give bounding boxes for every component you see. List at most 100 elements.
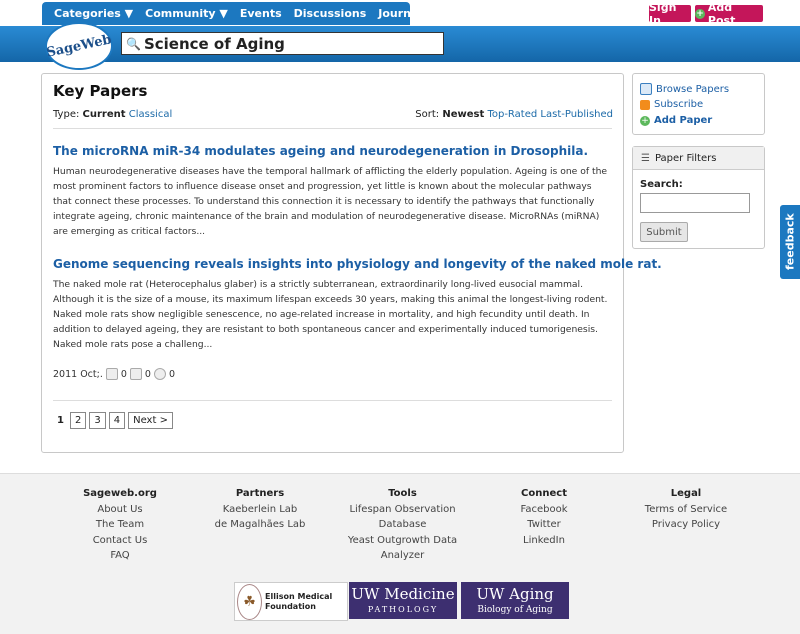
logo3-text-a: UW Aging	[476, 585, 554, 603]
nav-journal-club[interactable]: Journal Club	[372, 7, 459, 20]
sort-newest: Newest	[442, 109, 485, 120]
footer-col-legal: Legal Terms of Service Privacy Policy	[636, 486, 736, 533]
page-2-link[interactable]: 2	[69, 412, 87, 429]
sort-top-rated-link[interactable]: Top-Rated	[487, 109, 537, 120]
add-icon: +	[640, 115, 650, 126]
ellison-foundation-logo[interactable]: ☘ Ellison Medical Foundation	[234, 582, 348, 621]
footer-link[interactable]: Kaeberlein Lab	[205, 502, 315, 518]
article-date: 2011 Oct;.	[53, 368, 103, 380]
add-paper-label: Add Paper	[654, 115, 713, 126]
top-bar: Categories ▼ Community ▼ Events Discussi…	[0, 0, 800, 27]
papers-actions: Browse Papers Subscribe + Add Paper	[632, 73, 765, 135]
browse-icon	[640, 83, 652, 95]
main-nav: Categories ▼ Community ▼ Events Discussi…	[42, 2, 454, 25]
comment-count: 0	[168, 368, 175, 380]
uw-aging-logo[interactable]: UW Aging Biology of Aging	[461, 582, 569, 619]
page-1: 1	[54, 413, 67, 428]
footer-heading: Partners	[235, 488, 285, 499]
logo1-text: Ellison Medical Foundation	[265, 591, 333, 611]
feedback-tab[interactable]: feedback	[780, 205, 800, 279]
footer-link[interactable]: Twitter	[504, 517, 584, 533]
type-filter: Type: Current Classical	[53, 109, 172, 120]
footer-link[interactable]: Contact Us	[80, 533, 160, 549]
type-classical-link[interactable]: Classical	[129, 109, 173, 120]
rss-icon	[640, 99, 650, 110]
search-label: Search:	[640, 179, 683, 190]
article-abstract: Human neurodegenerative diseases have th…	[53, 166, 608, 238]
pagination: 1 2 3 4 Next >	[54, 412, 173, 429]
like-icon[interactable]	[105, 368, 118, 380]
comment-icon[interactable]	[153, 368, 166, 380]
browse-papers-label: Browse Papers	[656, 83, 730, 95]
divider	[53, 400, 612, 401]
footer-link[interactable]: About Us	[80, 502, 160, 518]
paper-filters-title: Paper Filters	[654, 152, 717, 164]
page-3-link[interactable]: 3	[89, 412, 106, 429]
like-count: 0	[120, 368, 127, 380]
add-post-label: Add Post	[707, 0, 736, 27]
save-icon[interactable]	[129, 368, 142, 380]
footer-link[interactable]: The Team	[80, 517, 160, 533]
footer-link[interactable]: FAQ	[80, 548, 160, 564]
logo2-text-b: PATHOLOGY	[367, 605, 439, 614]
next-page-link[interactable]: Next >	[128, 412, 173, 429]
submit-button[interactable]: Submit	[640, 222, 688, 242]
footer-link[interactable]: Facebook	[504, 502, 584, 518]
footer-link[interactable]: de Magalhães Lab	[205, 517, 315, 533]
footer-heading: Legal	[670, 488, 702, 499]
category-search[interactable]: 🔍 Science of Aging	[121, 32, 444, 55]
nav-discussions[interactable]: Discussions	[288, 7, 373, 20]
type-label: Type:	[53, 109, 80, 120]
footer-heading: Sageweb.org	[83, 488, 157, 499]
article-title[interactable]: The microRNA miR-34 modulates ageing and…	[53, 144, 588, 158]
footer-link[interactable]: Database	[345, 517, 460, 533]
footer-col-tools: Tools Lifespan Observation Database Yeas…	[345, 486, 460, 564]
sign-in-button[interactable]: Sign In	[649, 1, 691, 27]
article-title[interactable]: Genome sequencing reveals insights into …	[53, 257, 662, 271]
logo3-text-b: Biology of Aging	[477, 605, 553, 615]
filter-search-input[interactable]	[640, 193, 750, 213]
article-meta: 2011 Oct;. 0 0 0	[53, 368, 175, 380]
add-post-button[interactable]: + Add Post	[695, 1, 763, 27]
page-title: Key Papers	[53, 82, 148, 100]
type-current: Current	[82, 109, 126, 120]
uw-medicine-logo[interactable]: UW Medicine PATHOLOGY	[349, 582, 457, 619]
footer-heading: Tools	[388, 488, 417, 499]
nav-categories[interactable]: Categories ▼	[42, 7, 139, 20]
divider	[53, 128, 612, 129]
subscribe-link[interactable]: Subscribe	[640, 99, 703, 110]
filter-icon: ☰	[641, 152, 650, 164]
footer-col-sageweb: Sageweb.org About Us The Team Contact Us…	[80, 486, 160, 564]
subscribe-label: Subscribe	[654, 99, 704, 110]
add-paper-link[interactable]: + Add Paper	[640, 115, 712, 126]
sort-filter: Sort: Newest Top-Rated Last-Published	[415, 109, 613, 120]
article-abstract: The naked mole rat (Heterocephalus glabe…	[53, 279, 608, 351]
nav-events[interactable]: Events	[234, 7, 288, 20]
footer-link[interactable]: Terms of Service	[636, 502, 736, 518]
footer: Sageweb.org About Us The Team Contact Us…	[0, 473, 800, 634]
site-logo[interactable]: SageWeb	[45, 22, 113, 70]
browse-papers-link[interactable]: Browse Papers	[640, 83, 729, 95]
footer-link[interactable]: Analyzer	[345, 548, 460, 564]
footer-link[interactable]: LinkedIn	[504, 533, 584, 549]
footer-col-partners: Partners Kaeberlein Lab de Magalhães Lab	[205, 486, 315, 533]
search-icon: 🔍	[126, 36, 141, 51]
foundation-emblem-icon: ☘	[237, 583, 263, 620]
save-count: 0	[144, 368, 151, 380]
logo2-text-a: UW Medicine	[351, 585, 455, 603]
sort-last-published-link[interactable]: Last-Published	[540, 109, 613, 120]
footer-link[interactable]: Yeast Outgrowth Data	[345, 533, 460, 549]
nav-community[interactable]: Community ▼	[139, 7, 234, 20]
footer-heading: Connect	[521, 488, 567, 499]
paper-filters-box: ☰ Paper Filters Search: Submit	[632, 146, 765, 249]
footer-col-connect: Connect Facebook Twitter LinkedIn	[504, 486, 584, 548]
paper-filters-header: ☰ Paper Filters	[633, 147, 764, 170]
footer-link[interactable]: Privacy Policy	[636, 517, 736, 533]
page-4-link[interactable]: 4	[108, 412, 126, 429]
sort-label: Sort:	[415, 109, 440, 120]
category-search-value: Science of Aging	[143, 34, 285, 53]
footer-link[interactable]: Lifespan Observation	[345, 502, 460, 518]
logo-text: SageWeb	[45, 31, 113, 61]
key-papers-panel: Key Papers Type: Current Classical Sort:…	[41, 73, 662, 453]
add-icon: +	[695, 8, 705, 19]
